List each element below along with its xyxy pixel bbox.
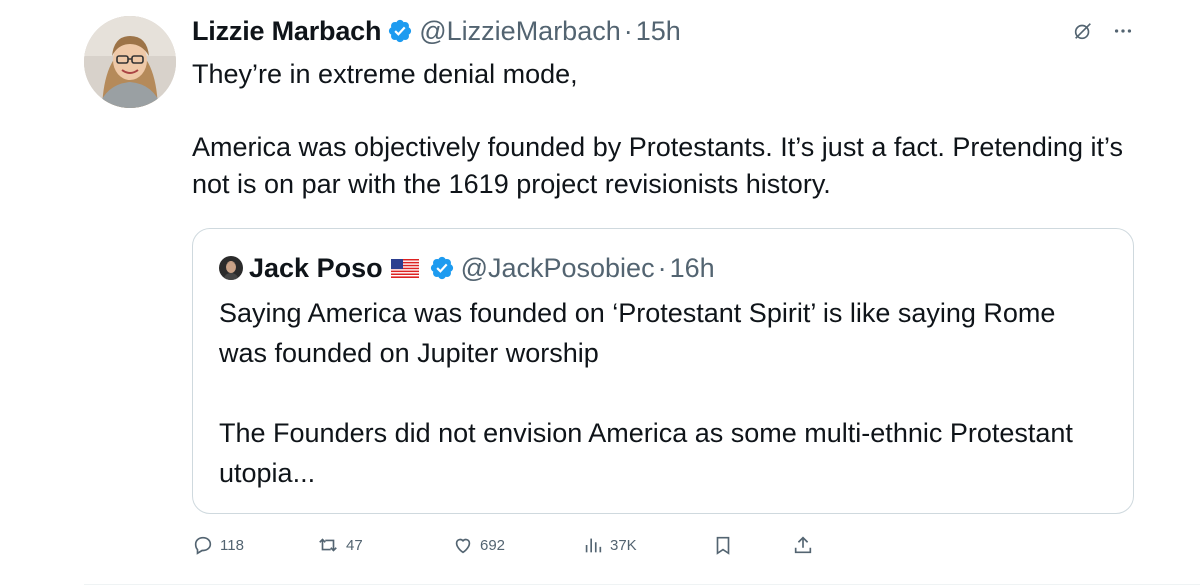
more-options-icon[interactable] [1112, 20, 1134, 47]
quoted-text-line-1: Saying America was founded on ‘Protestan… [219, 298, 1056, 368]
like-button[interactable]: 692 [452, 534, 505, 556]
share-button[interactable] [792, 534, 814, 556]
author-avatar[interactable] [84, 16, 176, 108]
views-chart-icon [582, 534, 604, 556]
reply-count: 118 [220, 536, 244, 554]
quoted-author-handle[interactable]: @JackPosobiec [461, 253, 655, 284]
tweet-text: They’re in extreme denial mode, America … [192, 56, 1152, 203]
reply-button[interactable]: 118 [192, 534, 244, 556]
repost-button[interactable]: 47 [316, 534, 363, 556]
grok-icon[interactable] [1072, 20, 1094, 47]
bottom-divider [84, 584, 1200, 585]
quoted-tweet-header: Jack Poso @JackPosobiec · 16h [219, 251, 715, 285]
top-right-actions [1072, 20, 1134, 47]
separator-dot: · [657, 252, 667, 283]
quoted-tweet-card[interactable]: Jack Poso @JackPosobiec · 16h Saying Ame… [192, 228, 1134, 514]
views-count: 37K [610, 536, 637, 554]
tweet-text-line-1: They’re in extreme denial mode, [192, 59, 578, 89]
tweet-timestamp[interactable]: 15h [636, 16, 681, 47]
repost-count: 47 [346, 536, 363, 554]
separator-dot: · [623, 15, 633, 46]
us-flag-icon [390, 258, 419, 278]
author-name[interactable]: Lizzie Marbach [192, 16, 381, 47]
tweet-action-bar: 118 47 692 37K [192, 534, 1132, 560]
views-button[interactable]: 37K [582, 534, 637, 556]
tweet-text-line-2: America was objectively founded by Prote… [192, 132, 1123, 199]
verified-badge-icon[interactable] [387, 18, 413, 44]
reply-icon [192, 534, 214, 556]
quoted-tweet-timestamp[interactable]: 16h [670, 253, 715, 284]
author-handle[interactable]: @LizzieMarbach [419, 16, 621, 47]
like-count: 692 [480, 536, 506, 554]
bookmark-icon [712, 534, 734, 556]
quoted-author-avatar[interactable] [219, 256, 243, 280]
share-icon [792, 534, 814, 556]
quoted-tweet-text: Saying America was founded on ‘Protestan… [219, 293, 1109, 493]
tweet-header: Lizzie Marbach @LizzieMarbach · 15h [192, 14, 681, 48]
bookmark-button[interactable] [712, 534, 734, 556]
heart-icon [452, 534, 474, 556]
quoted-author-name[interactable]: Jack Poso [249, 253, 383, 284]
quoted-text-line-2: The Founders did not envision America as… [219, 418, 1073, 488]
repost-icon [316, 534, 340, 556]
verified-badge-icon[interactable] [429, 255, 455, 281]
